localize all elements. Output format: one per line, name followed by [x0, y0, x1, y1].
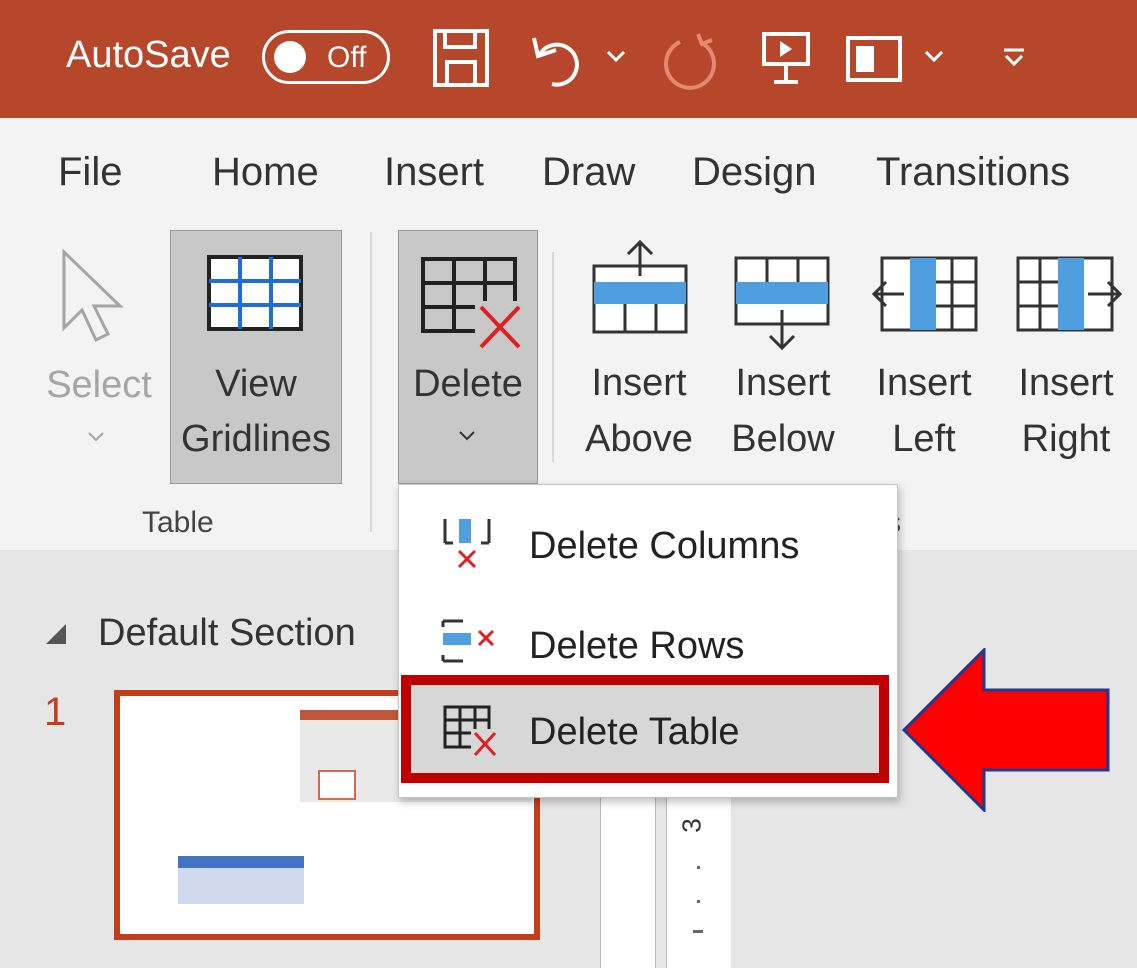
thumbnail-table-header: [178, 856, 304, 868]
select-label: Select: [46, 364, 152, 406]
tab-design[interactable]: Design: [692, 150, 817, 195]
delete-table-icon: [421, 257, 525, 351]
toggle-knob: [274, 41, 306, 73]
delete-rows-icon: [441, 619, 495, 663]
group-separator: [552, 252, 554, 462]
delete-label: Delete: [413, 363, 523, 405]
tab-file[interactable]: File: [58, 150, 122, 195]
autosave-label: AutoSave: [66, 34, 231, 76]
delete-columns-label: Delete Columns: [529, 525, 800, 567]
chevron-down-icon[interactable]: [922, 48, 946, 66]
section-title[interactable]: Default Section: [98, 612, 356, 655]
cursor-arrow-icon: [62, 248, 124, 343]
delete-table-label: Delete Table: [529, 711, 740, 753]
insert-right-line2: Right: [1021, 418, 1111, 460]
view-gridlines-line2: Gridlines: [181, 418, 331, 460]
tab-home[interactable]: Home: [212, 150, 319, 195]
chevron-down-icon: [459, 431, 475, 441]
slide-number: 1: [44, 690, 67, 734]
menu-item-delete-table[interactable]: Delete Table: [401, 675, 889, 783]
table-group-label: Table: [142, 506, 214, 539]
thumbnail-table-body: [178, 868, 304, 904]
insert-right-button[interactable]: Insert Right: [1006, 232, 1126, 472]
undo-icon[interactable]: [530, 28, 590, 90]
delete-button[interactable]: Delete: [398, 230, 538, 484]
insert-below-line2: Below: [731, 418, 835, 460]
delete-columns-icon: [443, 519, 491, 569]
vertical-ruler: [600, 790, 656, 968]
view-gridlines-line1: View: [215, 363, 297, 405]
present-icon[interactable]: [760, 30, 812, 86]
group-separator: [370, 232, 372, 532]
chevron-down-icon[interactable]: [604, 48, 628, 66]
tab-transitions[interactable]: Transitions: [876, 150, 1070, 195]
layout-icon[interactable]: [844, 34, 904, 84]
autosave-toggle[interactable]: Off: [262, 30, 390, 84]
insert-above-line1: Insert: [591, 362, 687, 404]
insert-above-line2: Above: [585, 418, 693, 460]
delete-rows-label: Delete Rows: [529, 625, 745, 667]
table-gridlines-icon: [207, 255, 303, 331]
view-gridlines-button[interactable]: View Gridlines: [170, 230, 342, 484]
delete-table-icon: [443, 705, 499, 759]
insert-below-button[interactable]: Insert Below: [722, 232, 844, 472]
red-arrow-annotation: [901, 648, 1110, 812]
insert-right-icon: [1016, 256, 1123, 332]
autosave-state: Off: [327, 41, 367, 74]
save-icon[interactable]: [432, 28, 490, 88]
vertical-ruler-numbers: 3: [666, 790, 731, 968]
select-button[interactable]: Select: [40, 240, 160, 480]
tab-insert[interactable]: Insert: [384, 150, 484, 195]
redo-icon: [664, 33, 716, 90]
insert-left-line2: Left: [892, 418, 956, 460]
customize-icon[interactable]: [1000, 44, 1028, 72]
tab-draw[interactable]: Draw: [542, 150, 635, 195]
insert-above-button[interactable]: Insert Above: [578, 232, 700, 472]
insert-left-icon: [871, 256, 978, 332]
insert-below-line1: Insert: [735, 362, 831, 404]
insert-left-button[interactable]: Insert Left: [864, 232, 984, 472]
collapse-triangle-icon[interactable]: [44, 622, 70, 648]
chevron-down-icon: [88, 432, 104, 442]
insert-right-line1: Insert: [1018, 362, 1114, 404]
insert-below-icon: [734, 256, 830, 351]
menu-item-delete-columns[interactable]: Delete Columns: [399, 491, 897, 591]
insert-above-icon: [592, 239, 688, 334]
ruler-mark: 3: [676, 818, 707, 833]
insert-left-line1: Insert: [876, 362, 972, 404]
